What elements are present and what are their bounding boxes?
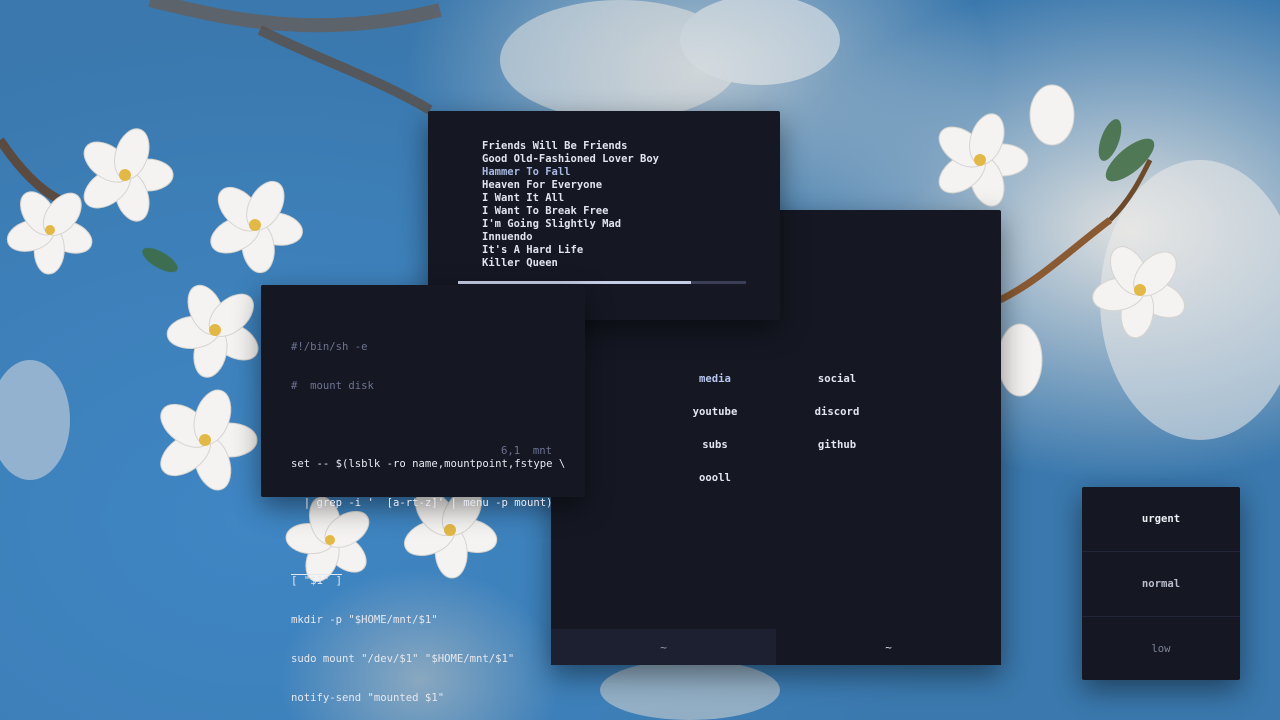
dir-youtube[interactable]: youtube [655, 406, 775, 418]
track-item[interactable]: Killer Queen [482, 257, 659, 270]
track-item[interactable]: It's A Hard Life [482, 244, 659, 257]
playback-progress-bar[interactable] [458, 281, 746, 284]
dir-oooll[interactable]: oooll [655, 472, 775, 484]
code-line: set -- $(lsblk -ro name,mountpoint,fstyp… [291, 458, 566, 470]
notification-normal[interactable]: normal [1082, 551, 1240, 615]
notification-panel: urgent normal low [1082, 487, 1240, 680]
track-item[interactable]: Good Old-Fashioned Lover Boy [482, 153, 659, 166]
track-item[interactable]: I Want It All [482, 192, 659, 205]
track-item[interactable]: Heaven For Everyone [482, 179, 659, 192]
notification-urgent[interactable]: urgent [1082, 487, 1240, 551]
editor-window: #!/bin/sh -e # mount disk set -- $(lsblk… [261, 285, 585, 704]
track-item[interactable]: I'm Going Slightly Mad [482, 218, 659, 231]
dir-discord[interactable]: discord [777, 406, 897, 418]
code-line: sudo mount "/dev/$1" "$HOME/mnt/$1" [291, 653, 515, 665]
code-line: #!/bin/sh -e [291, 341, 368, 353]
code-line: mkdir -p "$HOME/mnt/$1" [291, 614, 438, 626]
track-item[interactable]: I Want To Break Free [482, 205, 659, 218]
notification-low[interactable]: low [1082, 616, 1240, 680]
code-line: # mount disk [291, 380, 374, 392]
editor-statusline: 6,1 mnt [501, 445, 553, 457]
track-item[interactable]: Innuendo [482, 231, 659, 244]
track-item[interactable]: Friends Will Be Friends [482, 140, 659, 153]
code-buffer[interactable]: #!/bin/sh -e # mount disk set -- $(lsblk… [291, 315, 565, 720]
track-list: Friends Will Be Friends Good Old-Fashion… [482, 140, 659, 270]
dir-subs[interactable]: subs [655, 439, 775, 451]
dir-media[interactable]: media [655, 373, 775, 385]
code-line: notify-send "mounted $1" [291, 692, 445, 704]
code-line-cursor: [ "$1" ] [291, 575, 343, 587]
track-item-playing[interactable]: Hammer To Fall [482, 166, 659, 179]
dir-social[interactable]: social [777, 373, 897, 385]
playback-progress-fill [458, 281, 692, 284]
tab-home-2[interactable]: ~ [776, 629, 1001, 665]
tab-bar: ~ ~ [551, 629, 1001, 665]
dir-github[interactable]: github [777, 439, 897, 451]
tab-home-1[interactable]: ~ [551, 629, 776, 665]
code-line: | grep -i ' [a-rt-z]' | menu -p mount) [291, 497, 553, 509]
